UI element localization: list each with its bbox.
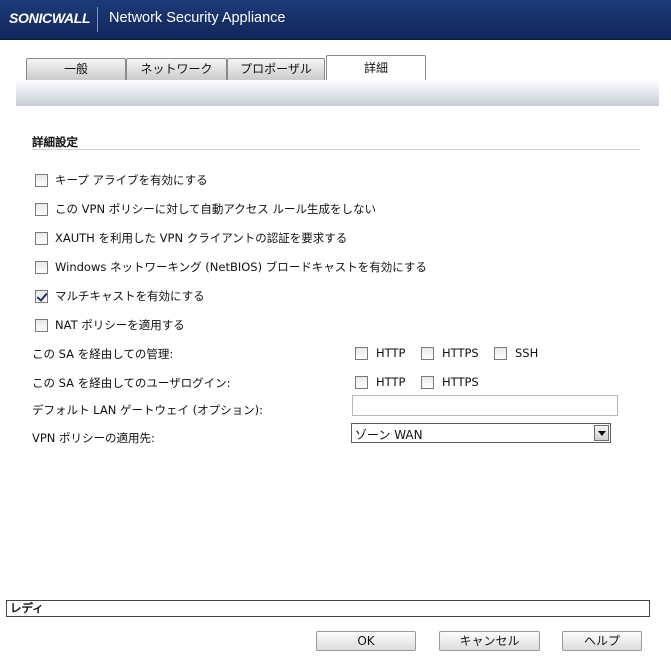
nat-policy-label: NAT ポリシーを適用する bbox=[55, 318, 185, 332]
apply-to-select[interactable]: ゾーン WAN bbox=[351, 423, 611, 443]
management-http-checkbox[interactable] bbox=[355, 346, 368, 360]
management-http-label: HTTP bbox=[376, 346, 406, 360]
tab-content-banner bbox=[16, 80, 659, 106]
netbios-broadcast-checkbox[interactable] bbox=[35, 260, 48, 274]
management-ssh[interactable]: SSH bbox=[494, 346, 538, 360]
default-gateway-input[interactable] bbox=[352, 395, 618, 416]
management-https-label: HTTPS bbox=[442, 346, 479, 360]
management-http[interactable]: HTTP bbox=[355, 346, 405, 360]
app-title: Network Security Appliance bbox=[109, 10, 286, 26]
tab-network[interactable]: ネットワーク bbox=[126, 58, 227, 81]
user-login-http-label: HTTP bbox=[376, 375, 406, 389]
require-xauth-label: XAUTH を利用した VPN クライアントの認証を要求する bbox=[55, 231, 348, 245]
tab-general[interactable]: 一般 bbox=[26, 58, 126, 81]
management-label: この SA を経由しての管理: bbox=[32, 347, 174, 361]
netbios-broadcast-option[interactable]: Windows ネットワーキング (NetBIOS) ブロードキャストを有効にす… bbox=[35, 260, 427, 274]
tab-proposal[interactable]: プロポーザル bbox=[227, 58, 325, 81]
cancel-button[interactable]: キャンセル bbox=[439, 631, 540, 651]
apply-to-value: ゾーン WAN bbox=[355, 428, 423, 442]
user-login-https[interactable]: HTTPS bbox=[421, 375, 479, 389]
multicast-option[interactable]: マルチキャストを有効にする bbox=[35, 289, 205, 303]
user-login-http-checkbox[interactable] bbox=[355, 375, 368, 389]
sonicwall-logo: SONICWALL bbox=[9, 10, 91, 26]
netbios-broadcast-label: Windows ネットワーキング (NetBIOS) ブロードキャストを有効にす… bbox=[55, 260, 427, 274]
management-ssh-label: SSH bbox=[515, 346, 539, 360]
header-divider bbox=[97, 7, 98, 32]
multicast-label: マルチキャストを有効にする bbox=[55, 289, 205, 303]
management-ssh-checkbox[interactable] bbox=[494, 346, 507, 360]
require-xauth-option[interactable]: XAUTH を利用した VPN クライアントの認証を要求する bbox=[35, 231, 347, 245]
keep-alive-option[interactable]: キープ アライブを有効にする bbox=[35, 173, 208, 187]
management-https[interactable]: HTTPS bbox=[421, 346, 479, 360]
tab-advanced[interactable]: 詳細 bbox=[326, 55, 426, 81]
user-login-label: この SA を経由してのユーザログイン: bbox=[32, 376, 231, 390]
chevron-down-icon[interactable] bbox=[594, 425, 609, 441]
require-xauth-checkbox[interactable] bbox=[35, 231, 48, 245]
suppress-auto-access-rules-option[interactable]: この VPN ポリシーに対して自動アクセス ルール生成をしない bbox=[35, 202, 376, 216]
help-button[interactable]: ヘルプ bbox=[562, 631, 642, 651]
keep-alive-checkbox[interactable] bbox=[35, 173, 48, 187]
app-header: SONICWALL Network Security Appliance bbox=[0, 0, 671, 40]
management-https-checkbox[interactable] bbox=[421, 346, 434, 360]
nat-policy-checkbox[interactable] bbox=[35, 318, 48, 332]
nat-policy-option[interactable]: NAT ポリシーを適用する bbox=[35, 318, 185, 332]
apply-to-label: VPN ポリシーの適用先: bbox=[32, 431, 155, 445]
section-title: 詳細設定 bbox=[32, 135, 78, 149]
section-divider bbox=[32, 149, 640, 150]
suppress-auto-access-rules-checkbox[interactable] bbox=[35, 202, 48, 216]
status-bar: レディ bbox=[6, 600, 650, 617]
user-login-https-checkbox[interactable] bbox=[421, 375, 434, 389]
suppress-auto-access-rules-label: この VPN ポリシーに対して自動アクセス ルール生成をしない bbox=[55, 202, 376, 216]
ok-button[interactable]: OK bbox=[316, 631, 416, 651]
multicast-checkbox[interactable] bbox=[35, 289, 48, 303]
keep-alive-label: キープ アライブを有効にする bbox=[55, 173, 208, 187]
user-login-https-label: HTTPS bbox=[442, 375, 479, 389]
user-login-http[interactable]: HTTP bbox=[355, 375, 405, 389]
default-gateway-label: デフォルト LAN ゲートウェイ (オプション): bbox=[32, 403, 263, 417]
